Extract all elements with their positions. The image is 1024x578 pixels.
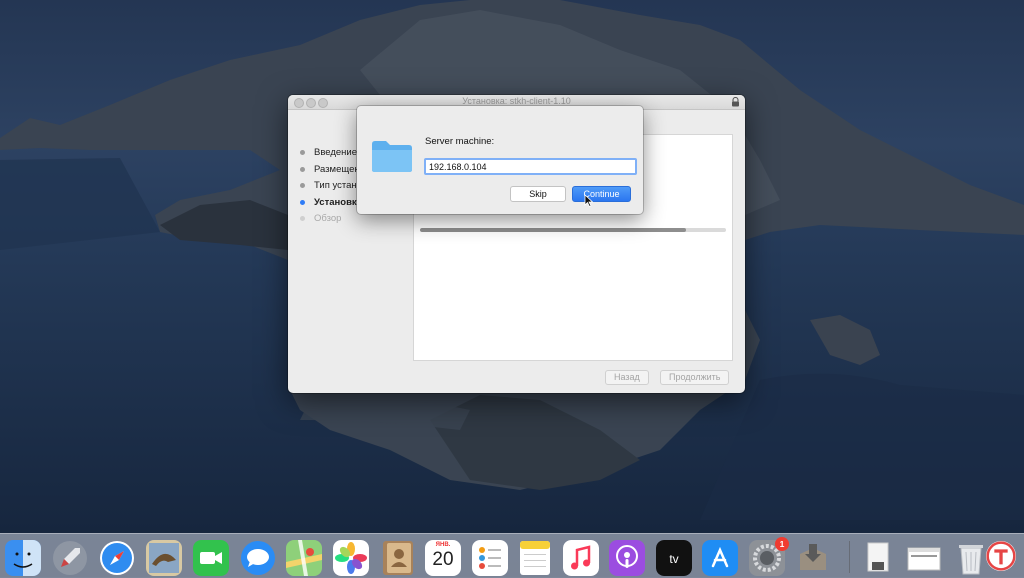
installer-box-icon (800, 544, 826, 570)
dock-trash[interactable] (953, 540, 989, 576)
step-dot-icon (300, 166, 305, 172)
install-progress-fill (420, 228, 687, 232)
dock-separator (849, 541, 850, 573)
server-address-input[interactable] (424, 158, 637, 175)
dock-launchpad[interactable] (52, 540, 88, 576)
dock-messages[interactable] (240, 540, 276, 576)
step-installation-type: Тип устан (300, 180, 360, 197)
step-dot-icon (300, 199, 305, 205)
contacts-book-icon (383, 541, 413, 575)
apple-tv-icon: tv (656, 540, 692, 576)
step-dot-icon (300, 150, 305, 155)
step-installation: Установк (300, 197, 360, 214)
maps-icon (286, 540, 322, 576)
step-label: Введение (314, 147, 358, 158)
back-button[interactable]: Назад (605, 370, 649, 385)
podcasts-icon (609, 540, 645, 576)
install-progress-bar (420, 228, 726, 232)
facetime-icon (193, 540, 229, 576)
step-label: Тип устан (314, 180, 357, 191)
continue-installer-button[interactable]: Продолжить (660, 370, 730, 385)
dock-contacts[interactable] (380, 540, 416, 576)
dock-mail-eagle[interactable] (146, 540, 182, 576)
dock-photos[interactable] (333, 540, 369, 576)
dock-podcasts[interactable] (609, 540, 645, 576)
calendar-month: ЯНВ. (435, 542, 451, 548)
t-logo-icon (986, 541, 1016, 571)
server-machine-dialog: Server machine: Skip Continue (357, 106, 643, 214)
dock-watermark-logo (986, 541, 1016, 571)
step-label: Установк (314, 196, 357, 208)
window-title: Установка: stkh-client-1.10 (462, 96, 571, 106)
dock-window-preview[interactable] (906, 540, 942, 576)
step-introduction: Введение (300, 147, 360, 164)
folder-icon (372, 141, 412, 172)
app-store-icon (702, 540, 738, 576)
lock-icon (732, 97, 739, 107)
dock-facetime[interactable] (193, 540, 229, 576)
svg-text:tv: tv (669, 552, 678, 566)
step-destination: Размещен (300, 164, 360, 181)
step-dot-icon (300, 183, 305, 188)
notes-icon (520, 541, 550, 575)
step-summary: Обзор (300, 213, 360, 230)
photos-flower-icon (333, 540, 369, 576)
eagle-app-icon (146, 540, 182, 576)
step-dot-icon (300, 216, 305, 221)
step-label: Размещен (314, 163, 360, 175)
music-note-icon (563, 540, 599, 576)
finder-icon (5, 540, 41, 576)
dock-reminders[interactable] (472, 540, 508, 576)
dock-calendar[interactable]: ЯНВ. 20 (425, 540, 461, 576)
dock-maps[interactable] (286, 540, 322, 576)
document-icon (867, 542, 889, 572)
dock-notes[interactable] (517, 540, 553, 576)
dock-document-stack[interactable] (860, 540, 896, 576)
skip-button[interactable]: Skip (510, 186, 566, 202)
dock-apple-tv[interactable]: tv (656, 540, 692, 576)
installer-steps: Введение Размещен Тип устан Установк Обз… (300, 147, 360, 230)
server-machine-label: Server machine: (425, 136, 495, 147)
step-label: Обзор (314, 213, 342, 224)
continue-button[interactable]: Continue (572, 186, 631, 202)
calendar-day: 20 (432, 549, 454, 570)
mouse-cursor-icon (584, 194, 593, 207)
dock-finder[interactable] (5, 540, 41, 576)
safari-compass-icon (100, 541, 134, 575)
reminders-list-icon (472, 540, 508, 576)
dock-installer[interactable] (795, 540, 831, 576)
window-preview-icon (907, 547, 941, 571)
dock-safari[interactable] (99, 540, 135, 576)
notification-badge: 1 (775, 537, 789, 551)
launchpad-rocket-icon (53, 541, 87, 575)
messages-icon (241, 541, 275, 575)
trash-icon (959, 545, 983, 575)
dock-music[interactable] (563, 540, 599, 576)
dock: ЯНВ. 20 tv 1 (0, 533, 1024, 578)
dock-app-store[interactable] (702, 540, 738, 576)
